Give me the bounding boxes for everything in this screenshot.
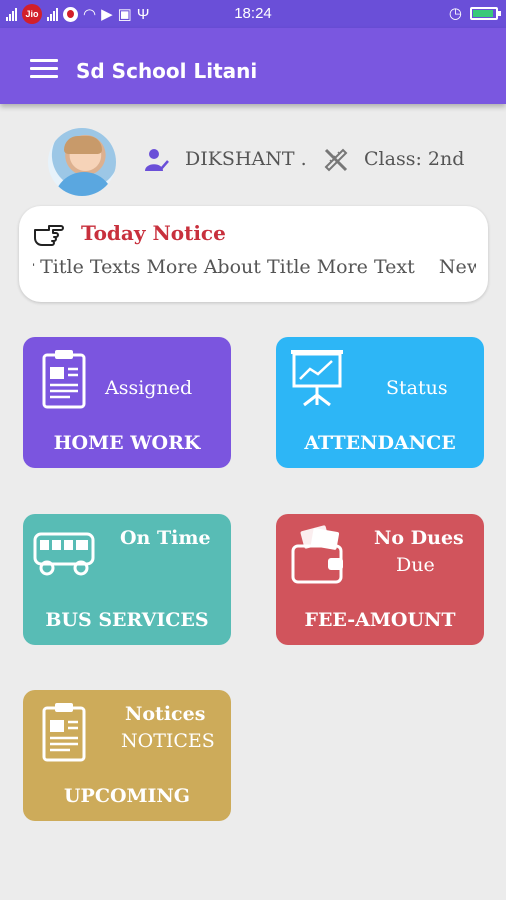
homework-status: Assigned (105, 377, 193, 399)
attendance-tile[interactable]: Status ATTENDANCE (276, 337, 484, 468)
attendance-label: ATTENDANCE (304, 432, 456, 454)
bus-status: On Time (120, 527, 211, 549)
chart-board-icon (291, 350, 343, 407)
status-bar: Jio ◠ ▶ ▣ Ψ 18:24 ◷ (0, 0, 506, 28)
attendance-status: Status (386, 377, 448, 399)
menu-icon[interactable] (30, 59, 58, 79)
fee-label: FEE-AMOUNT (304, 609, 456, 631)
upcoming-tile[interactable]: Notices NOTICES UPCOMING (23, 690, 231, 821)
clipboard-icon (42, 350, 86, 409)
alarm-icon: ◷ (448, 5, 462, 22)
notice-scroll-text: r Title Texts More About Title More Text… (33, 256, 476, 278)
user-check-icon (145, 149, 169, 171)
clock: 18:24 (234, 5, 272, 22)
student-name: DIKSHANT . (185, 148, 307, 170)
fee-status: No Dues (374, 527, 464, 549)
clipboard-icon (42, 703, 86, 762)
fee-amount-tile[interactable]: No Dues Due FEE-AMOUNT (276, 514, 484, 645)
upcoming-status: Notices (125, 703, 206, 725)
bus-icon (33, 532, 95, 576)
bus-label: BUS SERVICES (45, 609, 209, 631)
app-title: Sd School Litani (76, 59, 258, 83)
wallet-icon (291, 525, 343, 584)
class-label: Class: 2nd (364, 148, 465, 170)
upcoming-label: UPCOMING (63, 785, 191, 807)
homework-tile[interactable]: Assigned HOME WORK (23, 337, 231, 468)
today-notice-card[interactable]: Today Notice r Title Texts More About Ti… (19, 206, 488, 302)
bus-services-tile[interactable]: On Time BUS SERVICES (23, 514, 231, 645)
student-avatar (48, 128, 116, 196)
battery-icon (470, 6, 501, 20)
notice-marquee: r Title Texts More About Title More Text… (33, 256, 476, 282)
upcoming-sub-status: NOTICES (121, 730, 215, 752)
homework-label: HOME WORK (53, 432, 201, 454)
app-bar: Sd School Litani (0, 28, 506, 104)
notice-title: Today Notice (81, 221, 226, 245)
fee-sub-status: Due (396, 554, 435, 576)
ruler-pencil-icon (324, 148, 348, 172)
pointing-hand-icon (34, 225, 64, 246)
